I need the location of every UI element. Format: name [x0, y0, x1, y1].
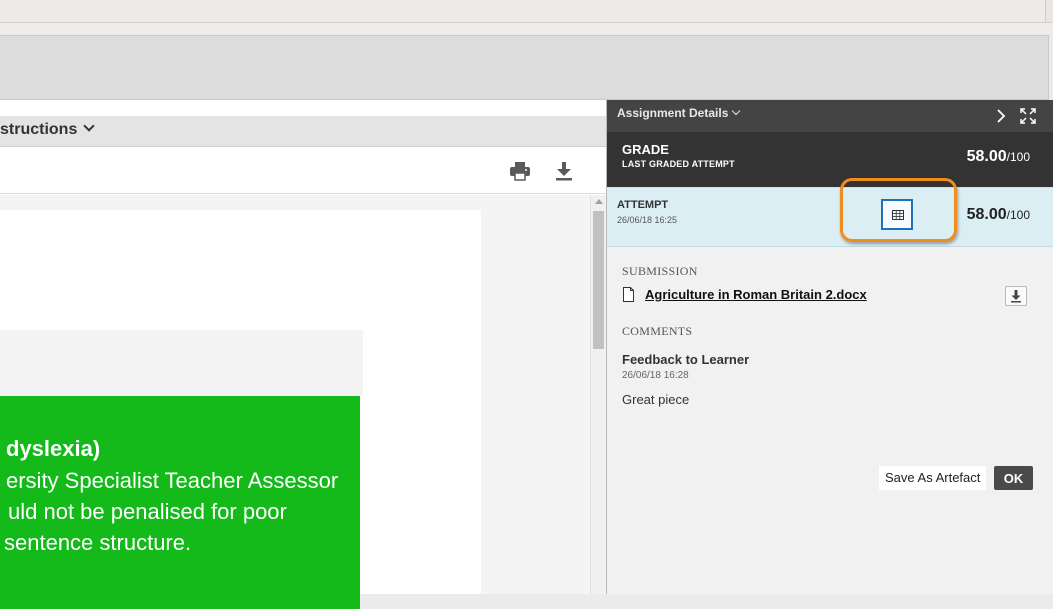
chevron-down-icon — [83, 120, 96, 132]
panel-header: Assignment Details — [607, 100, 1053, 132]
comments-label: COMMENTS — [622, 324, 693, 338]
browser-top-strip — [0, 0, 1053, 23]
scroll-up-arrow-icon[interactable] — [595, 199, 603, 204]
doc-line-2: ersity Specialist Teacher Assessor — [6, 468, 339, 493]
save-as-artefact-button[interactable]: Save As Artefact — [879, 466, 987, 490]
printer-icon[interactable] — [509, 161, 531, 181]
document-green-block: dyslexia) ersity Specialist Teacher Asse… — [0, 396, 360, 609]
grade-score: 58.00/100 — [967, 148, 1030, 166]
assignment-details-panel: Assignment Details GRADE LAST GRADED ATT… — [606, 100, 1053, 594]
attempt-score-value: 58.00 — [966, 206, 1007, 223]
chevron-down-icon — [732, 106, 741, 116]
grid-icon — [892, 210, 904, 220]
feedback-text: Great piece — [622, 392, 690, 407]
submission-download-button[interactable] — [1005, 286, 1027, 306]
feedback-title: Feedback to Learner — [622, 352, 750, 367]
grade-label: GRADE — [622, 142, 669, 157]
document-canvas: dyslexia) ersity Specialist Teacher Asse… — [0, 195, 590, 609]
grade-sublabel: LAST GRADED ATTEMPT — [622, 159, 735, 169]
attempt-label: ATTEMPT — [617, 199, 669, 211]
toolbar-area — [0, 35, 1049, 100]
document-scrollbar[interactable] — [590, 195, 606, 594]
attempt-score-max: /100 — [1006, 208, 1030, 222]
rubric-button[interactable] — [881, 199, 913, 230]
chevron-right-icon[interactable] — [993, 108, 1009, 124]
feedback-date: 26/06/18 16:28 — [622, 370, 689, 381]
instructions-label: structions — [0, 121, 78, 138]
download-icon[interactable] — [553, 161, 575, 181]
document-gray-block — [0, 330, 363, 396]
scroll-thumb[interactable] — [593, 211, 604, 349]
attempt-score: 58.00/100 — [967, 206, 1030, 224]
document-page: dyslexia) ersity Specialist Teacher Asse… — [0, 210, 481, 609]
ok-button[interactable]: OK — [994, 466, 1033, 490]
attempt-row[interactable]: ATTEMPT 26/06/18 16:25 58.00/100 — [607, 178, 1053, 247]
top-strip-inner — [0, 0, 1046, 22]
submission-label: SUBMISSION — [622, 264, 698, 278]
viewer-header: structions — [0, 116, 606, 147]
instructions-toggle[interactable]: structions — [0, 120, 96, 139]
attempt-date: 26/06/18 16:25 — [617, 215, 678, 225]
grade-summary: GRADE LAST GRADED ATTEMPT 58.00/100 — [607, 132, 1053, 187]
doc-line-3: uld not be penalised for poor — [8, 499, 287, 524]
top-gap — [0, 23, 1053, 35]
doc-line-4: sentence structure. — [4, 530, 192, 555]
document-viewer: structions dyslexia) ersity Specialist T… — [0, 100, 606, 609]
grade-score-max: /100 — [1006, 150, 1030, 164]
panel-title: Assignment Details — [617, 106, 729, 120]
document-file-icon — [623, 287, 634, 302]
viewer-toolbar — [0, 147, 606, 194]
download-icon — [1011, 290, 1021, 303]
assignment-details-toggle[interactable]: Assignment Details — [617, 106, 741, 120]
grade-score-value: 58.00 — [966, 148, 1007, 165]
doc-line-1: dyslexia) — [6, 436, 101, 461]
expand-icon[interactable] — [1020, 108, 1036, 124]
submission-file-link[interactable]: Agriculture in Roman Britain 2.docx — [645, 287, 867, 302]
